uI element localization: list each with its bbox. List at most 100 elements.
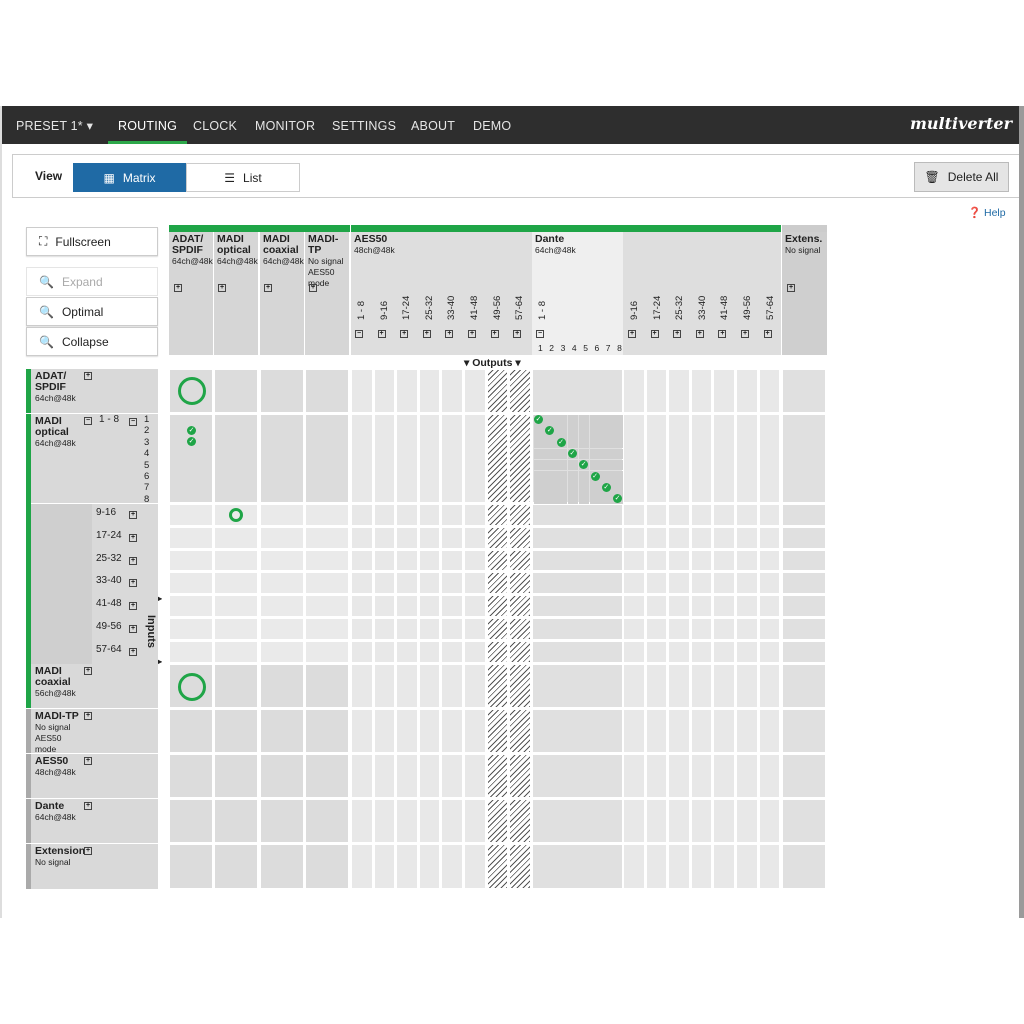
toggle-icon[interactable]: + — [468, 330, 476, 338]
toggle-icon[interactable]: − — [355, 330, 363, 338]
toggle-icon[interactable]: + — [84, 712, 92, 720]
expand-icon[interactable]: + — [129, 647, 137, 656]
route-check-icon[interactable]: ✓ — [187, 426, 196, 435]
route-check-icon[interactable]: ✓ — [556, 437, 566, 447]
dante-subcell — [590, 415, 601, 426]
expand-icon[interactable]: + — [129, 511, 137, 519]
expand-icon[interactable]: + — [129, 579, 137, 588]
matrix-cell — [260, 640, 304, 663]
madi-channel-label: 2 — [144, 425, 150, 437]
expand-icon[interactable]: + — [787, 284, 795, 292]
toggle-icon[interactable]: + — [400, 330, 409, 338]
matrix-cell — [396, 595, 418, 617]
nav-about[interactable]: ABOUT — [411, 106, 455, 144]
expand-icon[interactable]: + — [129, 602, 137, 611]
nav-demo[interactable]: DEMO — [473, 106, 511, 144]
delete-all-button[interactable]: 🗑 Delete All — [914, 162, 1009, 192]
expand-icon[interactable]: + — [673, 330, 682, 338]
toggle-icon[interactable]: + — [513, 330, 522, 338]
expand-icon[interactable]: + — [129, 533, 137, 542]
toggle-icon[interactable]: + — [84, 757, 92, 765]
list-icon: ☰ — [224, 170, 236, 185]
matrix-cell — [758, 572, 781, 595]
brand-logo: multiverter — [909, 114, 1012, 133]
matrix-cell — [396, 640, 418, 663]
toggle-icon[interactable]: + — [422, 330, 431, 338]
nav-clock[interactable]: CLOCK — [193, 106, 237, 144]
matrix-cell — [690, 526, 713, 549]
matrix-cell — [464, 709, 486, 753]
matrix-cell — [713, 799, 735, 843]
expand-icon[interactable]: + — [650, 330, 659, 338]
expand-icon[interactable]: + — [695, 330, 704, 338]
expand-icon[interactable]: + — [129, 556, 137, 565]
nav-settings[interactable]: SETTINGS — [332, 106, 396, 144]
expand-icon[interactable]: + — [741, 330, 749, 338]
matrix-cell — [486, 526, 509, 549]
route-check-icon[interactable]: ✓ — [567, 448, 577, 458]
toggle-icon[interactable]: + — [84, 667, 92, 675]
madi-group-label: 49-56 — [96, 621, 122, 632]
matrix-cell — [351, 618, 373, 640]
matrix-cell — [486, 504, 509, 526]
route-check-icon[interactable]: ✓ — [187, 437, 196, 446]
matrix-cell — [782, 754, 826, 798]
matrix-cell — [486, 799, 509, 843]
route-ring[interactable] — [178, 673, 206, 701]
nav-routing[interactable]: ROUTING — [108, 106, 188, 144]
toggle-icon[interactable]: + — [84, 802, 92, 810]
matrix-cell — [486, 664, 509, 708]
matrix-cell — [690, 549, 713, 572]
list-view-button[interactable]: ☰ List — [186, 163, 300, 192]
expand-icon[interactable]: + — [264, 284, 272, 292]
matrix-cell — [305, 526, 349, 549]
expand-button[interactable]: 🔍 Expand — [26, 267, 158, 296]
toggle-icon[interactable]: − — [536, 330, 544, 338]
matrix-cell — [214, 549, 258, 572]
matrix-cell — [373, 754, 396, 798]
route-check-icon[interactable]: ✓ — [601, 482, 611, 492]
help-link[interactable]: ❓ Help — [968, 206, 1006, 219]
input-label: MADI-TP No signal AES50 mode — [35, 711, 79, 754]
fullscreen-button[interactable]: ⛶ Fullscreen — [26, 227, 158, 256]
toggle-icon[interactable]: − — [84, 417, 92, 425]
toggle-icon[interactable]: − — [129, 418, 137, 426]
toggle-icon[interactable]: + — [84, 847, 92, 855]
nav-monitor[interactable]: MONITOR — [255, 106, 315, 144]
expand-icon[interactable]: + — [129, 625, 137, 633]
matrix-view-button[interactable]: ▦ Matrix — [73, 163, 186, 192]
matrix-cell — [418, 369, 441, 413]
route-ring[interactable] — [178, 377, 206, 405]
matrix-cell — [668, 754, 690, 798]
matrix-cell — [532, 369, 623, 413]
matrix-cell — [464, 664, 486, 708]
expand-icon[interactable]: + — [628, 330, 636, 338]
matrix-cell — [260, 549, 304, 572]
matrix-cell — [736, 709, 758, 753]
toggle-icon[interactable]: + — [445, 330, 454, 338]
matrix-cell — [441, 369, 463, 413]
toggle-icon[interactable]: + — [84, 372, 92, 380]
expand-icon[interactable]: + — [718, 330, 727, 338]
matrix-cell — [623, 504, 645, 526]
optimal-label: Optimal — [61, 304, 104, 319]
route-check-icon[interactable]: ✓ — [590, 471, 600, 481]
optimal-button[interactable]: 🔍 Optimal — [26, 297, 158, 326]
collapse-button[interactable]: 🔍 Collapse — [26, 327, 158, 356]
expand-icon[interactable]: + — [218, 284, 226, 292]
route-check-icon[interactable]: ✓ — [534, 415, 543, 424]
expand-icon[interactable]: + — [309, 284, 317, 292]
matrix-cell — [645, 799, 668, 843]
toggle-icon[interactable]: + — [490, 330, 499, 338]
preset-dropdown[interactable]: PRESET 1* ▾ — [16, 106, 93, 144]
matrix-cell — [373, 640, 396, 663]
route-ring[interactable] — [229, 508, 243, 522]
matrix-cell — [351, 844, 373, 889]
expand-icon[interactable]: + — [763, 330, 772, 338]
matrix-cell — [396, 369, 418, 413]
matrix-cell — [418, 618, 441, 640]
expand-icon[interactable]: + — [174, 284, 182, 292]
matrix-cell — [169, 526, 213, 549]
input-accent-bar — [26, 369, 31, 413]
toggle-icon[interactable]: + — [377, 330, 386, 338]
